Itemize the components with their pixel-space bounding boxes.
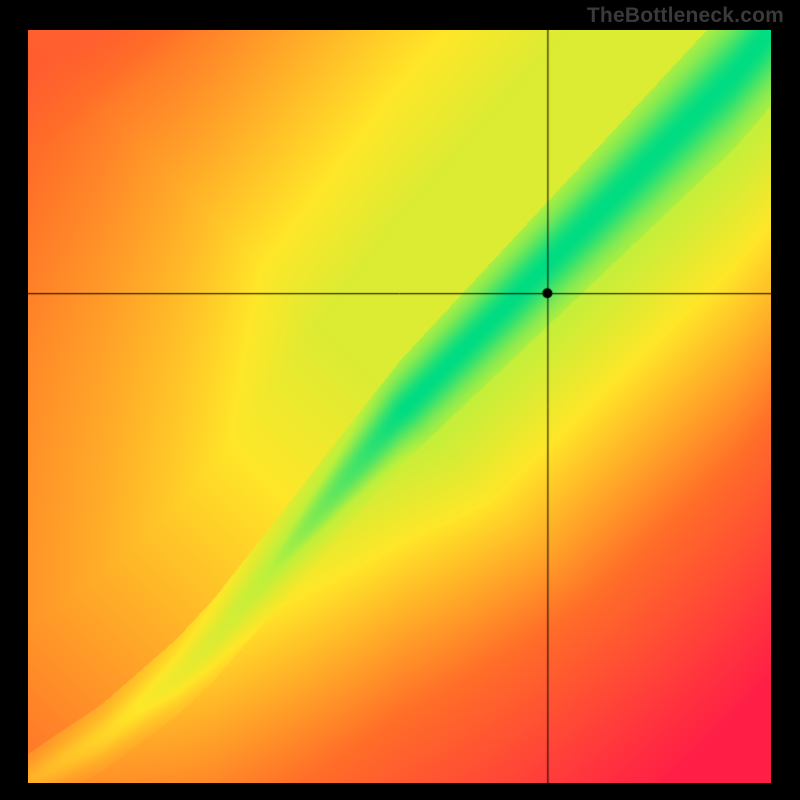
chart-frame: TheBottleneck.com: [0, 0, 800, 800]
watermark: TheBottleneck.com: [587, 4, 784, 28]
bottleneck-heatmap: [28, 30, 771, 783]
